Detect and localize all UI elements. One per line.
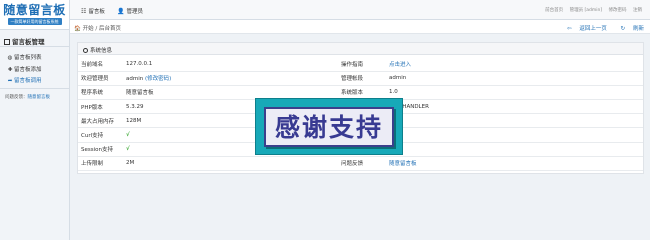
logo[interactable]: 随意留言板 一款简单好用的留言板系统 [0, 0, 69, 30]
check-icon: √ [126, 132, 130, 139]
sidebar-item-call[interactable]: ➦ 留言板调用 [7, 76, 42, 84]
table-row: 当前域名 127.0.0.1 操作指南 点击进入 [78, 57, 643, 72]
divider [0, 46, 70, 47]
arrow-left-icon: ⇦ [567, 26, 572, 32]
refresh-button[interactable]: ↻ 刷新 [615, 26, 644, 32]
admin-account-link[interactable]: 管理员 [admin] [570, 8, 603, 13]
home-icon: 🏠 [74, 26, 81, 32]
breadcrumb: 🏠 开始 / 后台首页 ⇦ 返回上一页 ↻ 刷新 [70, 20, 650, 34]
change-password-link[interactable]: 修改密码 [609, 8, 627, 13]
change-password-link[interactable]: (修改密码) [145, 76, 171, 82]
guide-link[interactable]: 点击进入 [389, 62, 411, 68]
frontend-home-link[interactable]: 前台首页 [545, 8, 563, 13]
tab-admin[interactable]: 👤 管理员 [117, 7, 143, 15]
sidebar-item-list[interactable]: ◍ 留言板列表 [7, 53, 42, 61]
user-icon: 👤 [117, 8, 125, 15]
share-icon: ➦ [7, 78, 13, 84]
banner-inner: 感谢支持 [264, 107, 394, 147]
table-row: 上传限制 2M 问题反馈 随意留言板 [78, 156, 643, 172]
panel-title: 系统信息 [90, 48, 113, 54]
sidebar-section-title[interactable]: 留言板管理 [4, 36, 45, 46]
top-bar: ☷ 留言板 👤 管理员 前台首页 管理员 [admin] 修改密码 注销 [70, 0, 650, 20]
check-icon: √ [126, 146, 130, 153]
feedback-link[interactable]: 随意留言板 [389, 161, 417, 167]
breadcrumb-home[interactable]: 开始 [83, 26, 94, 32]
feedback-footer: 问题反馈：随意留言板 [5, 95, 51, 100]
refresh-icon: ↻ [620, 26, 626, 32]
globe-icon: ◍ [7, 55, 13, 61]
gear-icon [83, 48, 88, 53]
back-button[interactable]: ⇦ 返回上一页 [561, 26, 607, 32]
divider [0, 88, 70, 89]
banner-text: 感谢支持 [274, 113, 383, 142]
logout-link[interactable]: 注销 [633, 8, 642, 13]
list-icon: ☷ [81, 8, 87, 15]
sidebar-item-add[interactable]: ✚ 留言板添加 [7, 65, 42, 73]
sidebar: 随意留言板 一款简单好用的留言板系统 留言板管理 ◍ 留言板列表 ✚ 留言板添加 ➦… [0, 0, 70, 240]
plus-icon: ✚ [7, 67, 13, 73]
logo-subtitle: 一款简单好用的留言板系统 [7, 18, 62, 25]
logo-title: 随意留言板 [3, 3, 66, 17]
breadcrumb-path: 🏠 开始 / 后台首页 [74, 26, 121, 32]
feedback-link[interactable]: 随意留言板 [28, 95, 51, 100]
tab-guestbook[interactable]: ☷ 留言板 [81, 7, 105, 15]
breadcrumb-actions: ⇦ 返回上一页 ↻ 刷新 [555, 24, 644, 32]
table-row: 欢迎管理员 admin (修改密码) 管理帐段 admin [78, 71, 643, 86]
panel-header: 系统信息 [78, 43, 643, 55]
thanks-banner: 感谢支持 [255, 98, 403, 155]
breadcrumb-current: 后台首页 [98, 26, 121, 32]
book-icon [4, 39, 10, 45]
top-links: 前台首页 管理员 [admin] 修改密码 注销 [540, 7, 642, 13]
